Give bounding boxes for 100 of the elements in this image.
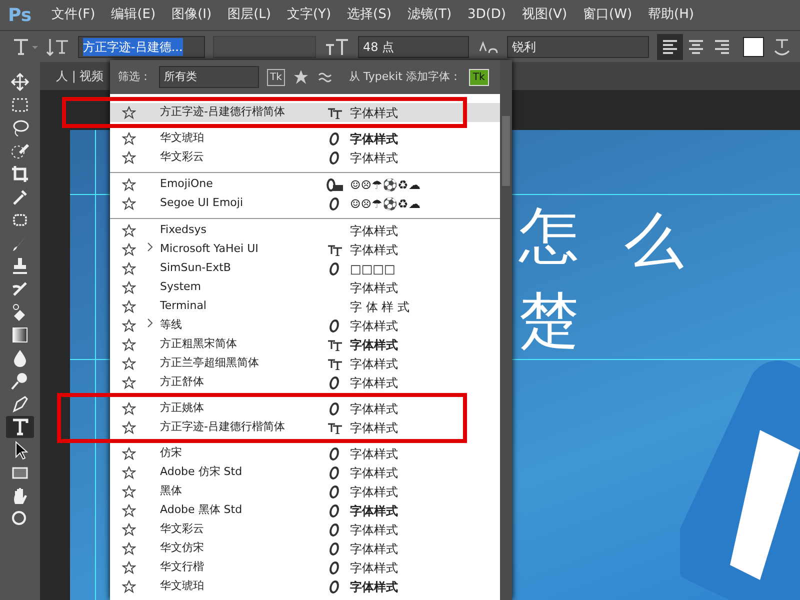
font-preview: 字体样式 (350, 374, 398, 392)
color-swatch[interactable] (743, 36, 764, 56)
font-preview: 字体样式 (350, 318, 398, 334)
antialias-dropdown[interactable]: 锐利 (507, 36, 650, 58)
document-tab[interactable]: 人 | 视频 (56, 67, 104, 85)
text-orientation-icon[interactable] (46, 36, 70, 56)
font-list-item[interactable]: 黑体 字体样式 (110, 482, 500, 501)
menu-item[interactable]: 图像(I) (168, 5, 216, 25)
font-menu[interactable] (110, 60, 512, 600)
font-list-item[interactable]: 华文琥珀 字体样式 (110, 129, 500, 148)
canvas-text: 么 (623, 205, 685, 278)
font-list-item[interactable]: SimSun-ExtB □□□□ (110, 259, 500, 278)
font-list-item[interactable]: 等线 字体样式 (110, 316, 500, 335)
font-list-item[interactable]: Terminal 字 体 样 式 (110, 297, 500, 316)
font-list-item[interactable]: Microsoft YaHei UI 字体样式 (110, 240, 500, 259)
font-preview: 字体样式 (350, 446, 398, 462)
font-list-item[interactable]: 华文仿宋 字体样式 (110, 539, 500, 558)
menu-item[interactable]: 帮助(H) (644, 5, 698, 25)
font-list-item[interactable]: 华文彩云 字体样式 (110, 148, 500, 167)
font-name: Segoe UI Emoji (160, 195, 244, 212)
font-preview: 字体样式 (350, 336, 398, 354)
menu-item[interactable]: 图层(L) (224, 5, 275, 25)
font-list-item[interactable]: Segoe UI Emoji ☺☹☂⚽♻☁ (110, 194, 500, 213)
opentype-icon (329, 484, 341, 498)
font-list-item[interactable]: EmojiOne ☺☹☂⚽♻☁ (110, 175, 500, 194)
font-list-item[interactable]: Adobe 黑体 Std 字体样式 (110, 501, 500, 520)
menu-item[interactable]: 编辑(E) (107, 5, 160, 25)
font-name: 华文彩云 (160, 521, 205, 538)
font-size-field[interactable]: 48 点 (358, 36, 470, 58)
font-list-item[interactable]: 华文行楷 字体样式 (110, 558, 500, 577)
menu-item[interactable]: 视图(V) (518, 5, 572, 25)
font-size-icon (324, 36, 350, 56)
scroll-thumb[interactable] (502, 116, 510, 186)
font-preview: 字体样式 (350, 356, 398, 372)
font-name: 华文行楷 (160, 559, 205, 576)
font-list-item[interactable]: Fixedsys 字体样式 (110, 221, 500, 240)
align-left-icon[interactable] (657, 34, 684, 60)
font-list-item[interactable]: 方正字迹-吕建德行楷简体 字体样式 (110, 418, 500, 437)
opentype-icon (329, 522, 341, 536)
typekit-button[interactable]: Tk (468, 68, 489, 86)
opentype-icon (329, 402, 341, 416)
menu-item[interactable]: 文字(Y) (282, 5, 336, 25)
menu-item[interactable]: 3D(D) (464, 5, 510, 25)
font-name: SimSun-ExtB (160, 260, 232, 276)
font-name: 方正字迹-吕建德行楷简体 (160, 419, 286, 436)
opentype-icon (329, 376, 341, 390)
font-preview: ☺☹☂⚽♻☁ (350, 176, 421, 194)
canvas-text: 怎 (518, 200, 580, 273)
font-list-item[interactable]: 方正兰亭超细黑简体 字体样式 (110, 354, 500, 373)
menu-item[interactable]: 窗口(W) (579, 5, 636, 25)
star-icon[interactable] (292, 69, 309, 85)
font-list-item[interactable]: 华文彩云 字体样式 (110, 520, 500, 539)
font-preview: 字体样式 (350, 150, 398, 166)
opentype-icon (329, 504, 341, 518)
chevron-icon[interactable] (146, 242, 154, 252)
font-preview: 字体样式 (350, 578, 398, 596)
font-family-field[interactable]: 方正字迹-吕建德... (78, 36, 205, 58)
filter-dropdown[interactable]: 所有类 (159, 66, 259, 88)
font-preview: 字体样式 (350, 104, 398, 122)
chevron-icon[interactable] (146, 318, 154, 328)
font-name: EmojiOne (160, 176, 214, 192)
warp-text-icon[interactable] (772, 36, 792, 56)
font-preview: 字体样式 (350, 222, 398, 240)
menu-item[interactable]: 滤镜(T) (403, 5, 456, 25)
font-list-item[interactable]: 仿宋 字体样式 (110, 444, 500, 463)
font-preview: 字体样式 (350, 400, 398, 418)
font-list-item[interactable]: 方正舒体 字体样式 (110, 373, 500, 392)
font-name: Fixedsys (160, 222, 208, 238)
typekit-filter-button[interactable]: Tk (267, 68, 285, 86)
font-name: 等线 (160, 317, 183, 334)
font-list-item[interactable]: 方正字迹-吕建德行楷简体 字体样式 (110, 103, 500, 122)
font-list-item[interactable]: Adobe 仿宋 Std 字体样式 (110, 463, 500, 482)
menu-item[interactable]: 文件(F) (48, 5, 100, 25)
font-name: 方正姚体 (160, 400, 205, 416)
svg-font-icon (326, 178, 344, 192)
font-preview: ☺☹☂⚽♻☁ (350, 196, 421, 212)
menu-item[interactable]: 选择(S) (343, 5, 396, 25)
font-list-item[interactable]: 方正粗黑宋简体 字体样式 (110, 335, 500, 354)
type-icon[interactable] (6, 416, 34, 438)
canvas-text: 楚 (518, 285, 580, 358)
opentype-icon (329, 196, 341, 210)
font-list-item[interactable]: 华文琥珀 字体样式 (110, 577, 500, 596)
font-name: 华文仿宋 (160, 540, 205, 556)
opentype-icon (329, 542, 341, 556)
opentype-icon (329, 466, 341, 480)
font-preview: 字体样式 (350, 130, 398, 148)
font-list-item[interactable]: System 字体样式 (110, 278, 500, 297)
font-name: Adobe 黑体 Std (160, 502, 244, 518)
font-preview: □□□□ (350, 260, 396, 278)
font-list-item[interactable]: 方正姚体 字体样式 (110, 399, 500, 418)
font-preview: 字体样式 (350, 420, 398, 436)
font-name: 方正兰亭超细黑简体 (160, 355, 260, 372)
font-name: 仿宋 (160, 445, 183, 462)
truetype-icon (327, 244, 343, 256)
opentype-icon (329, 150, 341, 164)
opentype-icon (329, 580, 341, 594)
scrollbar[interactable] (500, 60, 512, 600)
font-name: Adobe 仿宋 Std (160, 464, 244, 480)
font-preview: 字体样式 (350, 502, 398, 520)
font-preview: 字体样式 (350, 540, 398, 558)
